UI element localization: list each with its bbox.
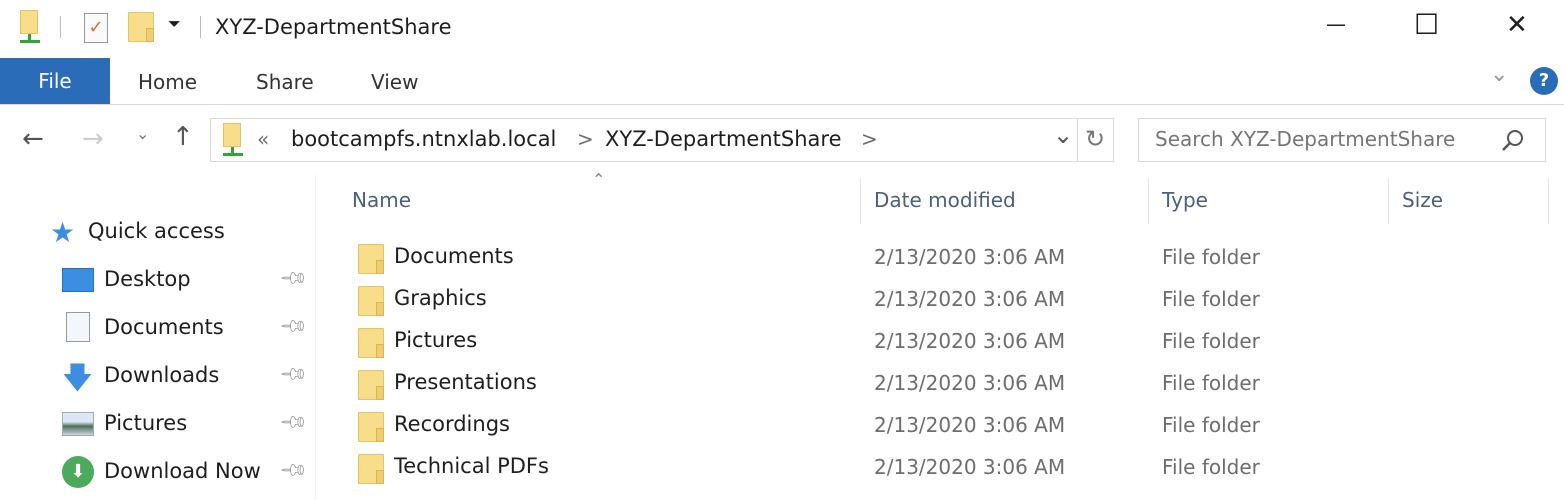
pin-icon[interactable]: 📌︎ — [278, 455, 309, 486]
file-date: 2/13/2020 3:06 AM — [874, 245, 1066, 269]
breadcrumb-separator[interactable]: > — [577, 127, 594, 151]
column-header-date[interactable]: Date modified — [874, 188, 1016, 212]
file-date: 2/13/2020 3:06 AM — [874, 455, 1066, 479]
pin-icon[interactable]: 📌︎ — [278, 407, 309, 438]
divider — [60, 16, 61, 38]
file-type: File folder — [1162, 413, 1260, 437]
file-type: File folder — [1162, 329, 1260, 353]
pin-icon[interactable]: 📌︎ — [278, 359, 309, 390]
file-name[interactable]: Recordings — [394, 412, 510, 436]
file-date: 2/13/2020 3:06 AM — [874, 371, 1066, 395]
column-divider[interactable] — [1388, 178, 1389, 224]
file-name[interactable]: Technical PDFs — [394, 454, 549, 478]
file-name[interactable]: Presentations — [394, 370, 537, 394]
help-icon[interactable]: ? — [1530, 67, 1558, 95]
documents-icon — [66, 312, 90, 342]
overflow-chevron[interactable]: « — [257, 127, 269, 151]
download-now-icon: ⬇ — [62, 456, 94, 488]
table-row[interactable]: Documents 2/13/2020 3:06 AM File folder — [340, 240, 1550, 280]
search-box[interactable] — [1138, 118, 1546, 162]
sidebar-item-download-now[interactable]: Download Now — [104, 459, 261, 483]
folder-icon — [358, 244, 384, 274]
pane-divider — [315, 175, 316, 500]
search-icon[interactable] — [1501, 129, 1525, 153]
recent-locations-button[interactable]: ⌄ — [136, 124, 149, 143]
quick-access-icon: ★ — [50, 216, 76, 249]
sort-ascending-icon: ⌃ — [592, 170, 606, 189]
column-header-size[interactable]: Size — [1402, 188, 1443, 212]
column-header-name[interactable]: Name — [352, 188, 411, 212]
file-date: 2/13/2020 3:06 AM — [874, 329, 1066, 353]
table-row[interactable]: Recordings 2/13/2020 3:06 AM File folder — [340, 408, 1550, 448]
downloads-icon: 🡇 — [62, 361, 93, 396]
tab-file[interactable]: File — [0, 58, 110, 104]
file-type: File folder — [1162, 245, 1260, 269]
address-dropdown-icon[interactable]: ⌄ — [1053, 121, 1073, 149]
tab-view[interactable]: View — [371, 70, 418, 94]
file-name[interactable]: Pictures — [394, 328, 477, 352]
up-button[interactable]: ↑ — [172, 122, 194, 152]
file-type: File folder — [1162, 287, 1260, 311]
close-button[interactable]: ✕ — [1506, 10, 1528, 40]
desktop-icon — [62, 268, 94, 292]
table-row[interactable]: Presentations 2/13/2020 3:06 AM File folde… — [340, 366, 1550, 406]
table-row[interactable]: Pictures 2/13/2020 3:06 AM File folder — [340, 324, 1550, 364]
expand-ribbon-icon[interactable]: ⌄ — [1490, 62, 1508, 87]
breadcrumb-share[interactable]: XYZ-DepartmentShare — [605, 127, 842, 151]
window-title: XYZ-DepartmentShare — [215, 15, 452, 39]
breadcrumb-server[interactable]: bootcampfs.ntnxlab.local — [291, 127, 556, 151]
tab-home[interactable]: Home — [138, 70, 197, 94]
network-share-icon — [20, 10, 40, 44]
divider — [200, 16, 201, 38]
file-date: 2/13/2020 3:06 AM — [874, 413, 1066, 437]
folder-icon — [358, 328, 384, 358]
sidebar-item-downloads[interactable]: Downloads — [104, 363, 219, 387]
folder-icon — [358, 370, 384, 400]
folder-icon — [358, 454, 384, 484]
customize-toolbar-icon[interactable]: ⏷ — [168, 14, 181, 34]
column-header-type[interactable]: Type — [1162, 188, 1208, 212]
sidebar-item-documents[interactable]: Documents — [104, 315, 224, 339]
file-date: 2/13/2020 3:06 AM — [874, 287, 1066, 311]
pin-icon[interactable]: 📌︎ — [278, 263, 309, 294]
sidebar-quick-access[interactable]: Quick access — [88, 219, 225, 243]
sidebar-item-desktop[interactable]: Desktop — [104, 267, 191, 291]
network-share-icon — [223, 123, 243, 157]
divider — [1077, 119, 1078, 161]
address-bar[interactable]: « bootcampfs.ntnxlab.local > XYZ-Departm… — [210, 118, 1114, 162]
table-row[interactable]: Technical PDFs 2/13/2020 3:06 AM File fold… — [340, 450, 1550, 490]
file-type: File folder — [1162, 455, 1260, 479]
folder-icon — [358, 286, 384, 316]
column-divider[interactable] — [1548, 178, 1549, 224]
properties-icon[interactable]: ✓ — [84, 13, 108, 43]
column-divider[interactable] — [1148, 178, 1149, 224]
pin-icon[interactable]: 📌︎ — [278, 311, 309, 342]
table-row[interactable]: Graphics 2/13/2020 3:06 AM File folder — [340, 282, 1550, 322]
column-divider[interactable] — [860, 178, 861, 224]
new-folder-icon[interactable] — [128, 12, 154, 42]
minimize-button[interactable]: — — [1326, 12, 1346, 36]
file-name[interactable]: Graphics — [394, 286, 487, 310]
pictures-icon — [62, 412, 94, 436]
file-type: File folder — [1162, 371, 1260, 395]
forward-button[interactable]: → — [82, 124, 104, 154]
ribbon-divider — [0, 104, 1564, 105]
back-button[interactable]: ← — [22, 124, 44, 154]
tab-share[interactable]: Share — [256, 70, 314, 94]
maximize-button[interactable]: ☐ — [1414, 8, 1439, 41]
folder-icon — [358, 412, 384, 442]
refresh-icon[interactable]: ↻ — [1085, 125, 1105, 153]
sidebar-item-pictures[interactable]: Pictures — [104, 411, 187, 435]
search-input[interactable] — [1155, 127, 1495, 151]
file-name[interactable]: Documents — [394, 244, 514, 268]
breadcrumb-separator[interactable]: > — [861, 127, 878, 151]
